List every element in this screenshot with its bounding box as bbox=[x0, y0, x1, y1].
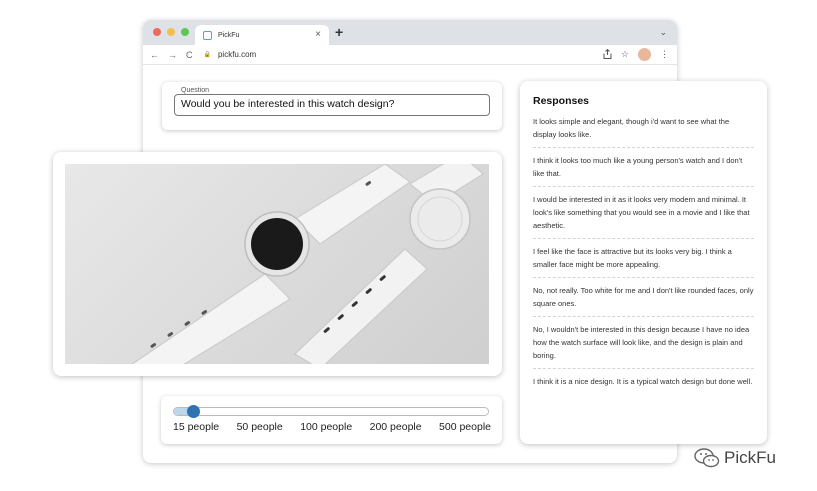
browser-tab[interactable]: PickFu × bbox=[195, 25, 329, 45]
slider-thumb[interactable] bbox=[187, 405, 200, 418]
window-controls bbox=[153, 28, 189, 36]
toolbar-actions: ☆ ⋮ bbox=[603, 48, 669, 61]
response-item: I think it looks too much like a young p… bbox=[533, 148, 754, 187]
share-icon[interactable] bbox=[603, 48, 612, 61]
tick-label[interactable]: 50 people bbox=[237, 421, 283, 433]
tick-label[interactable]: 200 people bbox=[370, 421, 422, 433]
watch-illustration bbox=[131, 164, 484, 364]
tab-title: PickFu bbox=[218, 31, 240, 39]
slider-track[interactable] bbox=[173, 407, 489, 416]
minimize-window-button[interactable] bbox=[167, 28, 175, 36]
response-item: No, not really. Too white for me and I d… bbox=[533, 278, 754, 317]
response-item: I think it is a nice design. It is a typ… bbox=[533, 377, 753, 386]
response-item: I would be interested in it as it looks … bbox=[533, 187, 754, 239]
new-tab-button[interactable]: + bbox=[335, 25, 343, 39]
tick-label[interactable]: 15 people bbox=[173, 421, 219, 433]
question-card: Would you be interested in this watch de… bbox=[162, 82, 502, 130]
question-label: Question bbox=[179, 87, 212, 94]
pickfu-favicon-icon bbox=[203, 30, 212, 40]
reload-icon[interactable]: C bbox=[186, 50, 193, 60]
tick-label[interactable]: 500 people bbox=[439, 421, 491, 433]
star-icon[interactable]: ☆ bbox=[621, 49, 629, 60]
close-window-button[interactable] bbox=[153, 28, 161, 36]
url-text: pickfu.com bbox=[217, 50, 257, 59]
maximize-window-button[interactable] bbox=[181, 28, 189, 36]
image-card bbox=[53, 152, 502, 376]
brand-watermark: PickFu bbox=[694, 448, 776, 468]
wechat-icon bbox=[694, 448, 720, 468]
address-bar[interactable]: 🔒 pickfu.com bbox=[204, 50, 257, 59]
audience-size-slider-card: 15 people 50 people 100 people 200 peopl… bbox=[161, 396, 502, 444]
menu-kebab-icon[interactable]: ⋮ bbox=[660, 49, 669, 60]
tab-strip: PickFu × + ⌄ bbox=[143, 20, 677, 45]
tab-close-icon[interactable]: × bbox=[315, 30, 321, 40]
forward-icon[interactable]: → bbox=[168, 50, 177, 60]
avatar[interactable] bbox=[638, 48, 651, 61]
back-icon[interactable]: ← bbox=[150, 50, 159, 60]
brand-name: PickFu bbox=[724, 448, 776, 467]
question-input[interactable]: Would you be interested in this watch de… bbox=[174, 94, 490, 116]
responses-panel: Responses It looks simple and elegant, t… bbox=[520, 81, 767, 444]
stage: PickFu × + ⌄ ← → C 🔒 pickfu.com ☆ ⋮ Woul… bbox=[0, 0, 817, 491]
slider-tick-labels: 15 people 50 people 100 people 200 peopl… bbox=[173, 421, 491, 433]
browser-toolbar: ← → C 🔒 pickfu.com ☆ ⋮ bbox=[143, 45, 677, 65]
response-item: No, I wouldn't be interested in this des… bbox=[533, 317, 754, 369]
tick-label[interactable]: 100 people bbox=[300, 421, 352, 433]
response-item: It looks simple and elegant, though i'd … bbox=[533, 115, 754, 148]
watch-photo bbox=[65, 164, 489, 364]
response-item: I feel like the face is attractive but i… bbox=[533, 239, 754, 278]
responses-title: Responses bbox=[533, 95, 590, 107]
tab-search-icon[interactable]: ⌄ bbox=[659, 27, 667, 38]
lock-icon: 🔒 bbox=[203, 52, 211, 58]
